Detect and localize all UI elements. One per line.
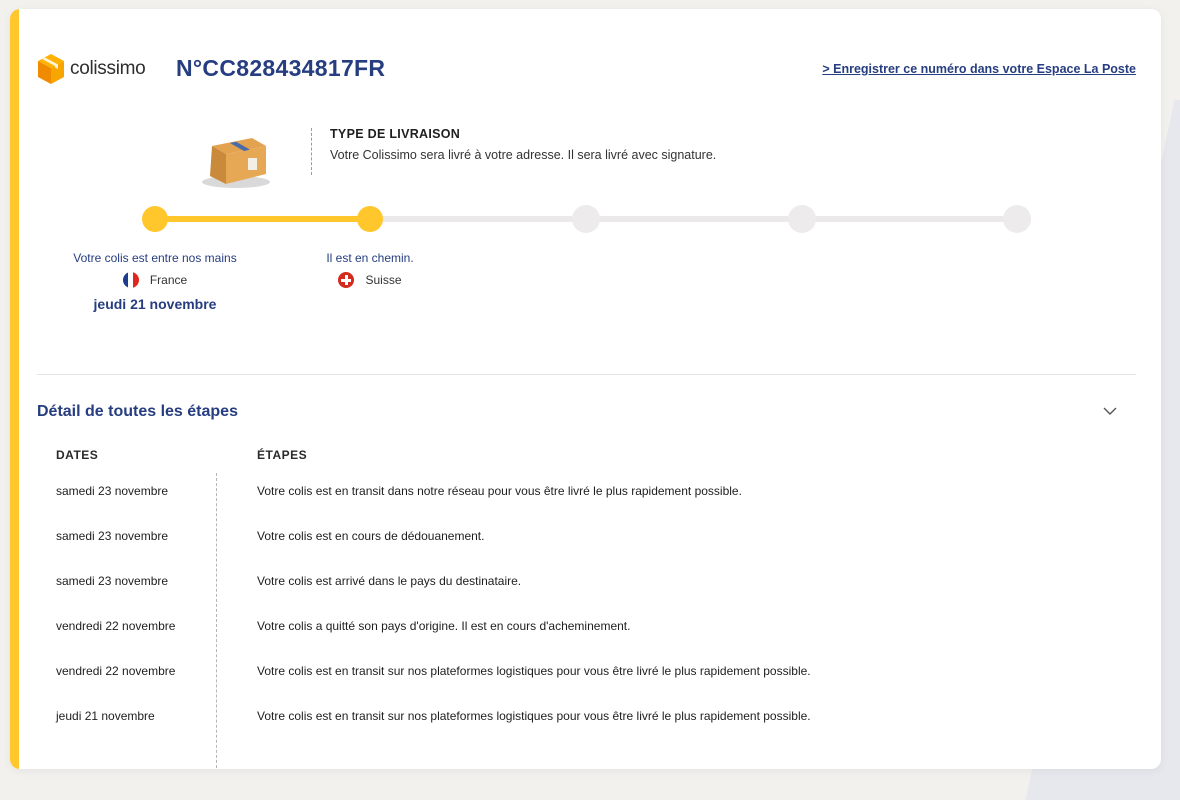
switzerland-flag-icon xyxy=(338,272,355,288)
step-1-info: Votre colis est entre nos mains France j… xyxy=(55,251,255,312)
event-description: Votre colis est en cours de dédouanement… xyxy=(257,529,485,543)
step-1-country: France xyxy=(55,272,255,288)
step-1-country-name: France xyxy=(149,273,188,287)
step-dot-4 xyxy=(788,205,816,233)
colissimo-box-icon xyxy=(38,54,64,84)
event-row: jeudi 21 novembre Votre colis est en tra… xyxy=(10,709,1161,729)
section-divider xyxy=(37,374,1136,375)
event-date: samedi 23 novembre xyxy=(56,574,169,588)
details-title[interactable]: Détail de toutes les étapes xyxy=(37,403,238,421)
colissimo-logo[interactable]: colissimo xyxy=(37,53,146,85)
parcel-illustration xyxy=(202,138,270,188)
step-1-date: jeudi 21 novembre xyxy=(93,296,217,312)
register-number-link[interactable]: > Enregistrer ce numéro dans votre Espac… xyxy=(822,62,1136,76)
tracking-number: N°CC828434817FR xyxy=(176,55,386,81)
event-row: samedi 23 novembre Votre colis est en tr… xyxy=(10,484,1161,504)
step-2-country: Suisse xyxy=(270,272,470,288)
step-2-label: Il est en chemin. xyxy=(326,251,414,265)
event-row: vendredi 22 novembre Votre colis a quitt… xyxy=(10,619,1161,639)
step-dot-1 xyxy=(142,206,168,232)
step-dot-5 xyxy=(1003,205,1031,233)
event-row: vendredi 22 novembre Votre colis est en … xyxy=(10,664,1161,684)
step-dot-3 xyxy=(572,205,600,233)
brand-name: colissimo xyxy=(70,58,146,79)
event-description: Votre colis est arrivé dans le pays du d… xyxy=(257,574,522,588)
steps-column-header: ÉTAPES xyxy=(257,448,308,462)
delivery-type-description: Votre Colissimo sera livré à votre adres… xyxy=(330,148,717,162)
step-1-label: Votre colis est entre nos mains xyxy=(73,251,237,265)
chevron-down-icon[interactable] xyxy=(1102,406,1118,416)
step-2-country-name: Suisse xyxy=(365,273,402,287)
event-date: vendredi 22 novembre xyxy=(56,664,176,678)
event-date: samedi 23 novembre xyxy=(56,529,169,543)
event-row: samedi 23 novembre Votre colis est arriv… xyxy=(10,574,1161,594)
step-2-info: Il est en chemin. Suisse xyxy=(270,251,470,288)
event-description: Votre colis est en transit dans notre ré… xyxy=(257,484,742,498)
delivery-type-title: TYPE DE LIVRAISON xyxy=(330,127,461,141)
france-flag-icon xyxy=(122,272,139,288)
event-date: vendredi 22 novembre xyxy=(56,619,176,633)
event-description: Votre colis a quitté son pays d'origine.… xyxy=(257,619,631,633)
progress-fill xyxy=(155,216,370,222)
event-date: jeudi 21 novembre xyxy=(56,709,155,723)
dates-column-header: DATES xyxy=(56,448,99,462)
tracking-card: colissimo N°CC828434817FR > Enregistrer … xyxy=(10,9,1161,769)
event-row: samedi 23 novembre Votre colis est en co… xyxy=(10,529,1161,549)
step-dot-2 xyxy=(357,206,383,232)
event-description: Votre colis est en transit sur nos plate… xyxy=(257,709,811,723)
event-description: Votre colis est en transit sur nos plate… xyxy=(257,664,811,678)
delivery-type-separator xyxy=(311,128,312,175)
event-date: samedi 23 novembre xyxy=(56,484,169,498)
accent-bar xyxy=(10,9,19,769)
